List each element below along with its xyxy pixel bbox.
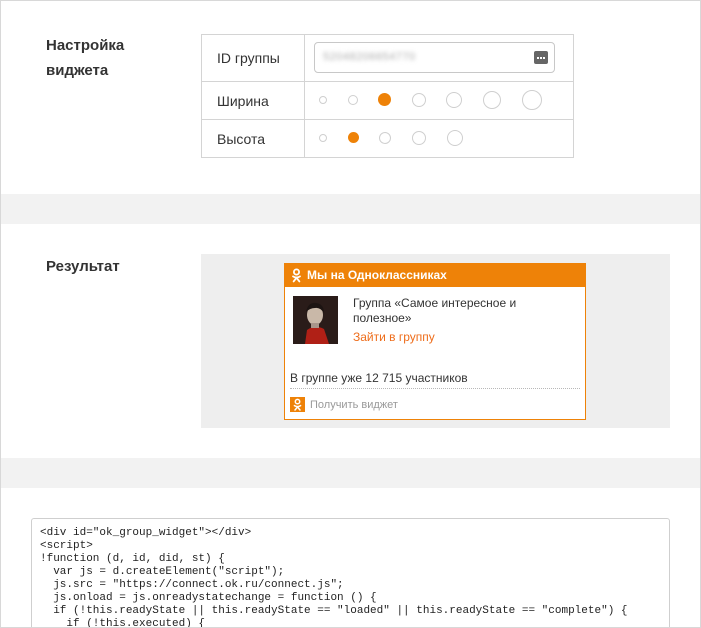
widget-header[interactable]: Мы на Одноклассниках [285,264,585,287]
width-option-3-selected[interactable] [378,93,391,106]
group-id-input[interactable]: 52048206654770 [314,42,555,73]
password-dots-icon[interactable] [534,51,548,64]
members-count: В группе уже 12 715 участников [290,371,468,385]
settings-table: ID группы 52048206654770 Ширина Высота [201,34,574,158]
group-id-value: 52048206654770 [323,51,416,63]
width-option-2[interactable] [348,95,358,105]
width-option-7[interactable] [522,90,542,110]
settings-title: Настройка виджета [46,33,124,83]
ok-group-widget: Мы на Одноклассниках Группа «Самое интер… [284,263,586,420]
group-name: Группа «Самое интересное и полезное» [353,296,517,325]
ok-small-logo-icon [290,397,305,412]
width-row: Ширина [202,81,573,119]
section-divider-2 [1,458,700,488]
height-option-2-selected[interactable] [348,132,359,143]
width-label: Ширина [202,82,305,119]
width-option-6[interactable] [483,91,501,109]
group-avatar[interactable] [293,296,338,344]
width-option-5[interactable] [446,92,462,108]
widget-builder-page: Настройка виджета ID группы 520482066547… [0,0,701,628]
settings-title-line1: Настройка [46,37,125,54]
embed-code-textarea[interactable]: <div id="ok_group_widget"></div> <script… [31,518,670,628]
id-row: ID группы 52048206654770 [202,35,573,81]
result-title: Результат [46,258,120,275]
widget-separator [290,388,580,389]
height-option-1[interactable] [319,134,327,142]
settings-title-line2: виджета [46,62,109,79]
ok-logo-icon [292,268,301,283]
height-label: Высота [202,120,305,158]
embed-code: <div id="ok_group_widget"></div> <script… [40,527,628,628]
width-option-4[interactable] [412,93,426,107]
id-label: ID группы [202,35,305,81]
join-group-link[interactable]: Зайти в группу [353,330,435,344]
height-option-3[interactable] [379,132,391,144]
height-option-5[interactable] [447,130,463,146]
height-option-4[interactable] [412,131,426,145]
section-divider [1,194,700,224]
height-row: Высота [202,119,573,158]
get-widget-link[interactable]: Получить виджет [310,399,398,411]
width-option-1[interactable] [319,96,327,104]
widget-header-title: Мы на Одноклассниках [307,268,447,282]
